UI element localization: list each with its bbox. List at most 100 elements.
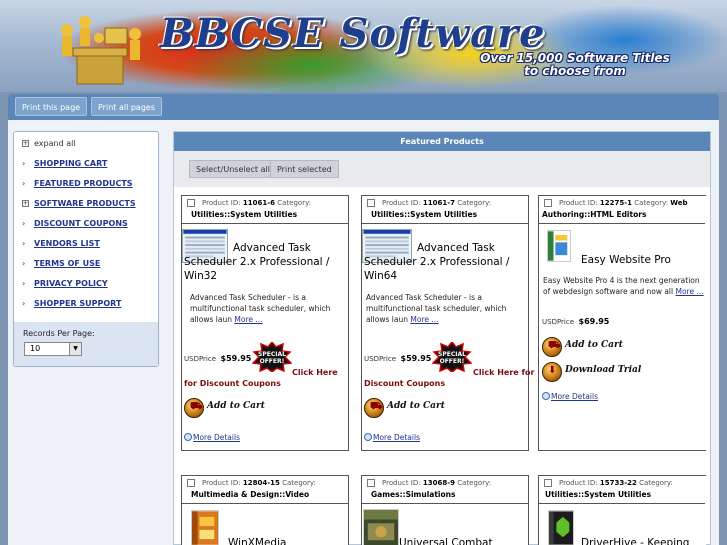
plus-box-icon: +	[22, 200, 29, 207]
product-box-image[interactable]	[191, 510, 219, 545]
magnifier-icon	[184, 433, 192, 441]
sidebar: + expand all › SHOPPING CART › FEATURED PRO…	[13, 131, 159, 367]
tagline-line-2: to choose from	[524, 64, 626, 78]
more-details-link[interactable]: More Details	[184, 433, 240, 442]
product-card: Product ID: 12804-15 Category: Multimedi…	[181, 475, 349, 545]
cart-icon: ⛟	[364, 398, 384, 418]
product-title[interactable]: Universal Combat	[399, 536, 493, 545]
chevron-right-icon: ›	[22, 239, 26, 248]
product-card-header: Product ID: 12804-15 Category: Multimedi…	[182, 476, 348, 504]
sidebar-item-label: TERMS OF USE	[34, 259, 101, 268]
sidebar-item-label: SHOPPER SUPPORT	[34, 299, 122, 308]
special-offer-badge-icon: SPECIAL OFFER!	[252, 342, 292, 372]
product-card-header: Product ID: 11061-6 Category: Utilities:…	[182, 196, 348, 224]
special-offer-badge-icon: SPECIAL OFFER!	[432, 342, 472, 372]
svg-text:OFFER!: OFFER!	[260, 358, 285, 365]
print-selected-button[interactable]: Print selected	[270, 160, 339, 178]
expand-all-link[interactable]: + expand all	[22, 138, 76, 150]
expand-all-label: expand all	[34, 139, 76, 148]
sidebar-item-privacy-policy[interactable]: › PRIVACY POLICY	[22, 278, 108, 290]
magnifier-icon	[364, 433, 372, 441]
product-select-checkbox[interactable]	[367, 199, 375, 207]
product-title[interactable]: Easy Website Pro	[581, 253, 671, 267]
more-link[interactable]: More ...	[676, 287, 704, 296]
records-per-page-panel: Records Per Page: 10 ▼	[14, 322, 158, 366]
svg-text:OFFER!: OFFER!	[440, 358, 465, 365]
product-title[interactable]: WinXMedia	[228, 536, 286, 545]
top-toolbar: Print this page Print all pages	[8, 94, 719, 120]
print-page-button[interactable]: Print this page	[15, 97, 88, 116]
select-all-button[interactable]: Select/Unselect all	[189, 160, 277, 178]
site-tagline: Over 15,000 Software Titles to choose fr…	[450, 52, 700, 78]
site-title: BBCSE Software	[160, 10, 546, 57]
chevron-down-icon: ▼	[69, 343, 81, 355]
product-id: Product ID: 15733-22 Category:	[559, 479, 673, 487]
cart-icon: ⛟	[542, 337, 562, 357]
product-title-line-2[interactable]: Scheduler 2.x Professional /	[184, 255, 344, 269]
product-category: Utilities::System Utilities	[545, 490, 652, 499]
product-select-checkbox[interactable]	[367, 479, 375, 487]
records-per-page-label: Records Per Page:	[23, 329, 95, 338]
print-all-pages-button[interactable]: Print all pages	[91, 97, 162, 116]
sidebar-item-terms-of-use[interactable]: › TERMS OF USE	[22, 258, 100, 270]
product-description: Easy Website Pro 4 is the next generatio…	[543, 276, 704, 296]
product-id: Product ID: 13068-9 Category:	[382, 479, 492, 487]
add-to-cart-label: Add to Cart	[207, 401, 265, 411]
featured-products-header: Featured Products	[174, 132, 710, 151]
product-description: Advanced Task Scheduler - is a multifunc…	[190, 293, 331, 324]
product-card: Product ID: 11061-7 Category: Utilities:…	[361, 195, 534, 451]
product-card: Product ID: 15733-22 Category: Utilities…	[538, 475, 706, 545]
product-select-checkbox[interactable]	[187, 199, 195, 207]
sidebar-item-shopper-support[interactable]: › SHOPPER SUPPORT	[22, 298, 121, 310]
records-per-page-select[interactable]: 10 ▼	[24, 342, 82, 356]
chevron-right-icon: ›	[22, 159, 26, 168]
magnifier-icon	[542, 392, 550, 400]
svg-text:SPECIAL: SPECIAL	[258, 351, 286, 358]
sidebar-item-featured-products[interactable]: › FEATURED PRODUCTS	[22, 178, 133, 190]
product-price: USDPrice $69.95	[542, 317, 610, 326]
product-title-line-1[interactable]: Advanced Task	[417, 241, 495, 255]
product-card: Product ID: 11061-6 Category: Utilities:…	[181, 195, 349, 451]
product-card: Product ID: 12275-1 Category: Web Author…	[538, 195, 706, 451]
product-select-checkbox[interactable]	[187, 479, 195, 487]
product-card: Product ID: 13068-9 Category: Games::Sim…	[361, 475, 529, 545]
download-icon: ⬇	[542, 362, 562, 382]
product-select-checkbox[interactable]	[544, 479, 552, 487]
sidebar-item-discount-coupons[interactable]: › DISCOUNT COUPONS	[22, 218, 128, 230]
sidebar-item-label: PRIVACY POLICY	[34, 279, 108, 288]
product-select-checkbox[interactable]	[544, 199, 552, 207]
sidebar-item-label: SOFTWARE PRODUCTS	[34, 199, 136, 208]
product-title-line-2[interactable]: Scheduler 2.x Professional /	[364, 255, 524, 269]
product-title-line-1[interactable]: Advanced Task	[233, 241, 311, 255]
add-to-cart-label: Add to Cart	[565, 340, 623, 350]
selection-toolbar: Select/Unselect all Print selected	[174, 151, 710, 187]
more-details-link[interactable]: More Details	[364, 433, 420, 442]
sidebar-item-label: DISCOUNT COUPONS	[34, 219, 128, 228]
product-card-header: Product ID: 13068-9 Category: Games::Sim…	[362, 476, 528, 504]
chevron-right-icon: ›	[22, 299, 26, 308]
sidebar-item-vendors-list[interactable]: › VENDORS LIST	[22, 238, 100, 250]
product-box-image[interactable]	[548, 510, 574, 545]
download-trial-label: Download Trial	[565, 365, 642, 375]
add-to-cart-label: Add to Cart	[387, 401, 445, 411]
cart-icon: ⛟	[184, 398, 204, 418]
product-title[interactable]: DriverHive - Keeping	[581, 536, 689, 545]
sidebar-item-shopping-cart[interactable]: › SHOPPING CART	[22, 158, 107, 170]
product-price: USDPrice $59.95	[364, 354, 432, 363]
plus-box-icon: +	[22, 140, 29, 147]
more-link[interactable]: More ...	[410, 315, 438, 324]
more-link[interactable]: More ...	[234, 315, 262, 324]
product-id: Product ID: 11061-7 Category:	[382, 199, 492, 207]
product-id: Product ID: 12804-15 Category:	[202, 479, 316, 487]
product-box-image[interactable]	[363, 509, 399, 545]
chevron-right-icon: ›	[22, 279, 26, 288]
product-title-line-3[interactable]: Win64	[364, 269, 397, 283]
product-id: Product ID: 11061-6 Category:	[202, 199, 312, 207]
more-details-link[interactable]: More Details	[542, 392, 598, 401]
product-box-image[interactable]	[547, 230, 571, 262]
sidebar-item-label: VENDORS LIST	[34, 239, 100, 248]
svg-text:SPECIAL: SPECIAL	[438, 351, 466, 358]
sidebar-item-software-products[interactable]: + SOFTWARE PRODUCTS	[22, 198, 136, 210]
product-description: Advanced Task Scheduler - is a multifunc…	[366, 293, 507, 324]
product-title-line-3[interactable]: Win32	[184, 269, 217, 283]
